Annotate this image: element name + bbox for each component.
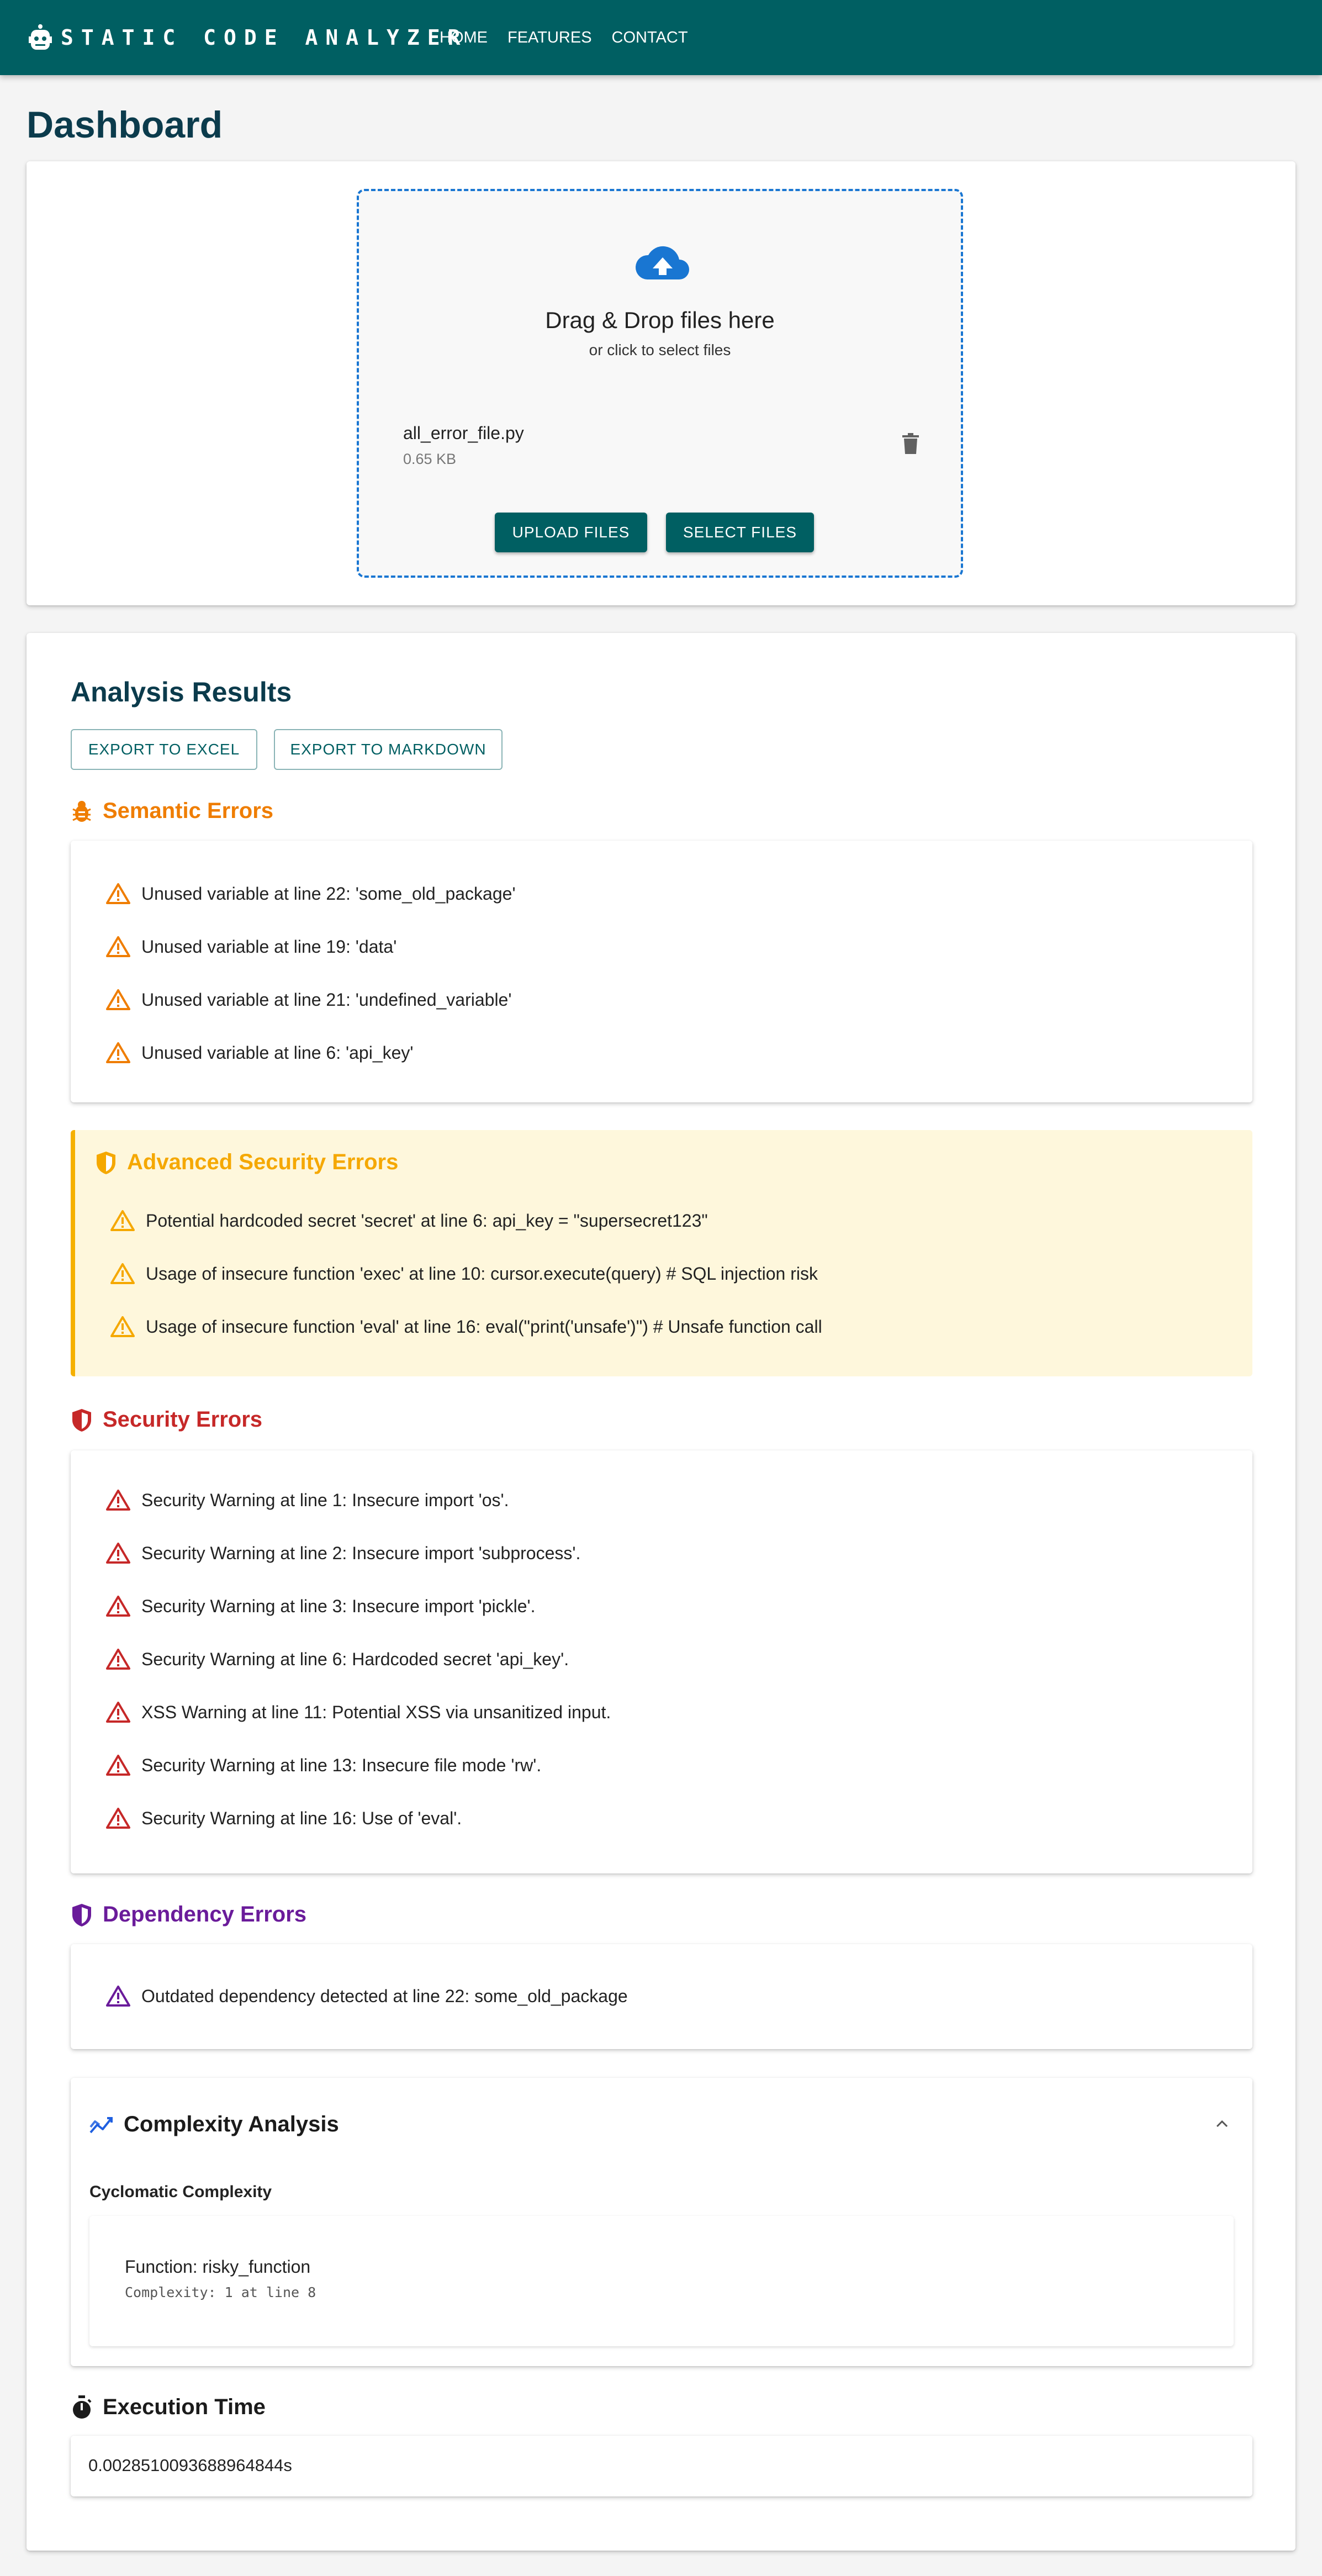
- warning-icon: [106, 1808, 130, 1829]
- file-name: all_error_file.py: [403, 423, 524, 443]
- trending-chart-icon: [89, 2116, 113, 2133]
- security-errors-title: Security Errors: [103, 1407, 263, 1432]
- results-card: Analysis Results EXPORT TO EXCEL EXPORT …: [27, 633, 1295, 2551]
- results-title: Analysis Results: [71, 677, 292, 708]
- warning-icon: [106, 1596, 130, 1617]
- warning-icon: [106, 989, 130, 1010]
- warning-icon: [106, 1755, 130, 1776]
- security-errors-heading: Security Errors: [71, 1407, 262, 1432]
- dependency-shield-icon: [72, 1903, 91, 1926]
- export-excel-button[interactable]: EXPORT TO EXCEL: [71, 729, 257, 770]
- drop-zone[interactable]: Drag & Drop files here or click to selec…: [357, 189, 963, 578]
- function-complexity-card: Function: risky_function Complexity: 1 a…: [89, 2216, 1234, 2346]
- warning-icon: [106, 936, 130, 957]
- app-bar: STATIC CODE ANALYZER HOME FEATURES CONTA…: [0, 0, 1322, 75]
- list-item: Usage of insecure function 'eval' at lin…: [110, 1311, 822, 1342]
- page-title: Dashboard: [27, 104, 223, 146]
- semantic-errors-title: Semantic Errors: [103, 799, 274, 823]
- warning-icon: [106, 1543, 130, 1564]
- list-item: Outdated dependency detected at line 22:…: [106, 1981, 628, 2012]
- drop-subtitle: or click to select files: [589, 341, 731, 358]
- select-files-button[interactable]: SELECT FILES: [666, 513, 814, 552]
- timer-icon: [73, 2395, 92, 2419]
- dependency-errors-title: Dependency Errors: [103, 1902, 307, 1926]
- list-item: Unused variable at line 6: 'api_key': [106, 1037, 414, 1068]
- list-item: Security Warning at line 2: Insecure imp…: [106, 1538, 580, 1569]
- execution-time-title: Execution Time: [103, 2395, 266, 2419]
- execution-time-card: 0.0028510093688964844s: [71, 2436, 1252, 2496]
- list-item: Potential hardcoded secret 'secret' at l…: [110, 1205, 708, 1236]
- warning-icon: [106, 1986, 130, 2007]
- function-name: Function: risky_function: [125, 2257, 311, 2277]
- warning-icon: [106, 1042, 130, 1063]
- nav-features[interactable]: FEATURES: [507, 24, 592, 51]
- nav-contact[interactable]: CONTACT: [612, 24, 688, 51]
- brand-title: STATIC CODE ANALYZER: [61, 25, 468, 50]
- advanced-security-errors-heading: Advanced Security Errors: [95, 1150, 398, 1175]
- list-item: Security Warning at line 13: Insecure fi…: [106, 1750, 541, 1781]
- list-item: XSS Warning at line 11: Potential XSS vi…: [106, 1697, 611, 1728]
- list-item: Unused variable at line 19: 'data': [106, 931, 396, 962]
- dependency-errors-list: Outdated dependency detected at line 22:…: [71, 1944, 1252, 2049]
- dependency-errors-heading: Dependency Errors: [71, 1902, 306, 1927]
- upload-files-button[interactable]: UPLOAD FILES: [495, 513, 647, 552]
- semantic-errors-list: Unused variable at line 22: 'some_old_pa…: [71, 841, 1252, 1102]
- warning-icon: [106, 1490, 130, 1511]
- drop-title: Drag & Drop files here: [545, 307, 775, 333]
- warning-icon: [106, 883, 130, 904]
- list-item: Unused variable at line 22: 'some_old_pa…: [106, 878, 516, 909]
- warning-icon: [106, 1649, 130, 1670]
- complexity-analysis-heading[interactable]: Complexity Analysis: [89, 2112, 339, 2137]
- nav-home[interactable]: HOME: [440, 24, 488, 51]
- advanced-security-errors-title: Advanced Security Errors: [127, 1150, 399, 1174]
- execution-time-heading: Execution Time: [71, 2395, 266, 2420]
- execution-time-value: 0.0028510093688964844s: [88, 2456, 292, 2475]
- complexity-detail: Complexity: 1 at line 8: [125, 2284, 316, 2300]
- advanced-security-errors-panel: Advanced Security Errors Potential hardc…: [71, 1130, 1252, 1376]
- warning-icon: [106, 1702, 130, 1723]
- robot-icon: [29, 24, 52, 50]
- security-shield-icon: [72, 1408, 91, 1432]
- list-item: Security Warning at line 3: Insecure imp…: [106, 1591, 536, 1622]
- complexity-analysis-panel: Complexity Analysis Cyclomatic Complexit…: [71, 2078, 1252, 2366]
- semantic-errors-heading: Semantic Errors: [71, 799, 273, 824]
- warning-icon: [110, 1263, 135, 1284]
- warning-icon: [110, 1210, 135, 1231]
- export-markdown-button[interactable]: EXPORT TO MARKDOWN: [274, 729, 503, 770]
- security-errors-list: Security Warning at line 1: Insecure imp…: [71, 1450, 1252, 1873]
- bug-icon: [72, 800, 91, 822]
- cyclomatic-complexity-label: Cyclomatic Complexity: [89, 2183, 272, 2201]
- upload-card: Drag & Drop files here or click to selec…: [27, 161, 1295, 605]
- list-item: Security Warning at line 16: Use of 'eva…: [106, 1803, 462, 1834]
- main-nav: HOME FEATURES CONTACT: [440, 24, 708, 51]
- list-item: Security Warning at line 6: Hardcoded se…: [106, 1644, 569, 1675]
- file-size: 0.65 KB: [403, 451, 457, 467]
- complexity-analysis-title: Complexity Analysis: [124, 2112, 339, 2136]
- list-item: Security Warning at line 1: Insecure imp…: [106, 1485, 509, 1516]
- chevron-up-icon[interactable]: [1213, 2114, 1231, 2133]
- warning-icon: [110, 1316, 135, 1337]
- delete-icon[interactable]: [902, 433, 919, 454]
- shield-icon: [97, 1151, 115, 1174]
- list-item: Unused variable at line 21: 'undefined_v…: [106, 984, 511, 1015]
- list-item: Usage of insecure function 'exec' at lin…: [110, 1258, 818, 1289]
- cloud-upload-icon: [635, 246, 689, 279]
